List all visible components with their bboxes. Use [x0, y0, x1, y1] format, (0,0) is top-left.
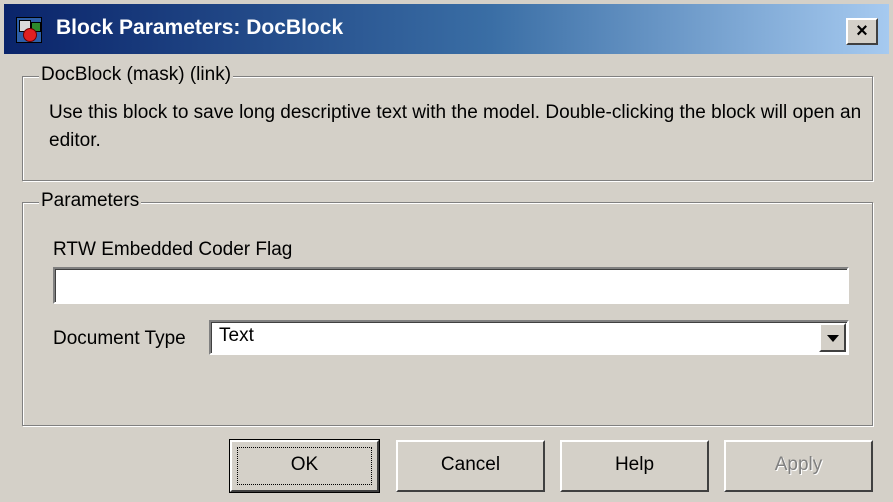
window-title: Block Parameters: DocBlock: [56, 16, 344, 39]
block-description: Use this block to save long descriptive …: [49, 102, 862, 151]
ok-button[interactable]: OK: [229, 439, 380, 493]
cancel-button[interactable]: Cancel: [396, 440, 545, 492]
document-type-selected-value: Text: [219, 325, 254, 346]
cancel-button-label: Cancel: [440, 454, 501, 475]
simulink-block-icon: [16, 17, 42, 43]
apply-button: Apply: [724, 440, 873, 492]
description-group-legend: DocBlock (mask) (link): [39, 64, 234, 86]
close-button[interactable]: ×: [846, 18, 878, 45]
description-groupbox: DocBlock (mask) (link) Use this block to…: [22, 64, 873, 181]
help-button-label: Help: [614, 454, 655, 475]
apply-button-label: Apply: [774, 454, 823, 475]
rtw-embedded-coder-flag-field[interactable]: [53, 267, 849, 304]
block-parameters-dialog: Block Parameters: DocBlock × DocBlock (m…: [0, 0, 893, 502]
title-bar[interactable]: Block Parameters: DocBlock ×: [4, 4, 889, 54]
help-button[interactable]: Help: [560, 440, 709, 492]
parameters-groupbox: Parameters RTW Embedded Coder Flag Docum…: [22, 190, 873, 426]
chevron-down-icon[interactable]: [819, 323, 846, 352]
rtw-embedded-coder-flag-label: RTW Embedded Coder Flag: [53, 239, 293, 260]
parameters-group-legend: Parameters: [39, 190, 142, 212]
document-type-label: Document Type: [53, 328, 186, 349]
document-type-dropdown[interactable]: Text: [209, 320, 849, 355]
close-icon: ×: [856, 20, 868, 42]
focus-rectangle: [237, 447, 372, 485]
